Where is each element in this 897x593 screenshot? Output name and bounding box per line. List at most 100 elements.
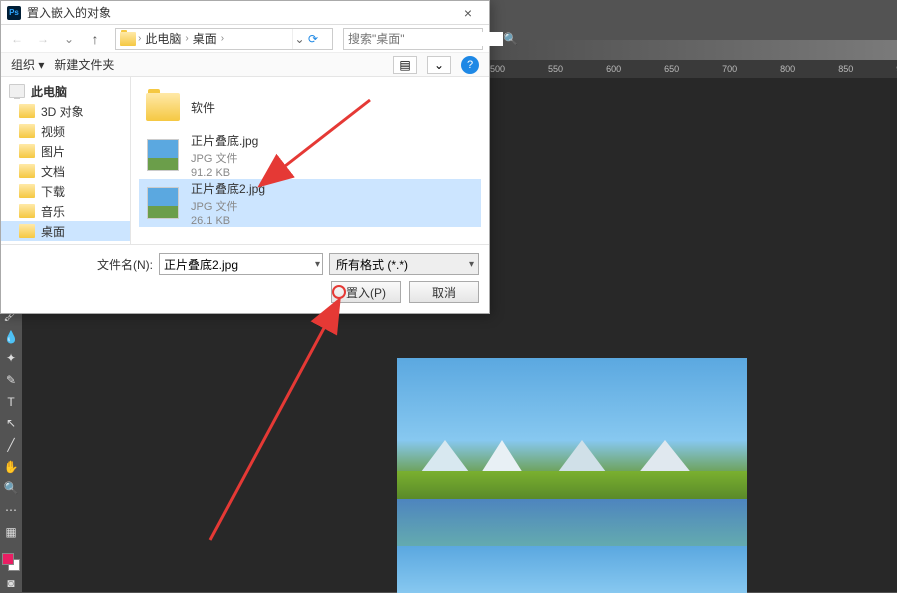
forward-button[interactable]: →	[33, 29, 53, 49]
tree-pictures[interactable]: 图片	[1, 141, 130, 161]
canvas-image[interactable]	[397, 358, 747, 593]
filename-value: 正片叠底2.jpg	[164, 256, 238, 273]
color-swatches[interactable]	[2, 553, 20, 571]
file-list[interactable]: 软件 正片叠底.jpg JPG 文件 91.2 KB 正片叠底2.jpg JPG…	[131, 77, 489, 244]
new-folder-button[interactable]: 新建文件夹	[54, 56, 114, 73]
dialog-title-bar[interactable]: Ps 置入嵌入的对象 ×	[1, 1, 489, 25]
crumb-separator: ›	[138, 33, 141, 44]
tree-videos[interactable]: 视频	[1, 121, 130, 141]
folder-thumbnail-icon	[145, 89, 181, 125]
pen-tool-icon[interactable]: ✎	[2, 371, 20, 389]
filename-combo[interactable]: 正片叠底2.jpg ▾	[159, 253, 323, 275]
tree-desktop[interactable]: 桌面	[1, 221, 130, 241]
quickmask-icon[interactable]: ◙	[2, 574, 20, 592]
organize-button[interactable]: 组织 ▾	[11, 56, 44, 73]
file-size: 91.2 KB	[191, 167, 258, 179]
filetype-value: 所有格式 (*.*)	[336, 256, 408, 273]
tree-label: 下载	[41, 183, 65, 200]
tree-documents[interactable]: 文档	[1, 161, 130, 181]
view-dropdown-icon[interactable]: ⌄	[427, 56, 451, 74]
breadcrumb[interactable]: › 此电脑 › 桌面 › ⌄ ⟳	[115, 28, 333, 50]
crumb-separator: ›	[221, 33, 224, 44]
dialog-title: 置入嵌入的对象	[27, 4, 453, 21]
ruler-mark: 550	[548, 64, 563, 74]
tools-panel: 🖌 💧 ✦ ✎ T ↖ ╱ ✋ 🔍 ⋯ ▦ ◙	[0, 300, 22, 592]
cancel-button-label: 取消	[432, 284, 456, 301]
crumb-desktop[interactable]: 桌面	[191, 30, 219, 47]
file-name: 正片叠底2.jpg	[191, 180, 265, 197]
chevron-down-icon[interactable]: ▾	[315, 259, 320, 270]
folder-icon	[120, 32, 136, 46]
clone-tool-icon[interactable]: ✦	[2, 349, 20, 367]
place-button-label: 置入(P)	[346, 284, 386, 301]
cancel-button[interactable]: 取消	[409, 281, 479, 303]
filename-label: 文件名(N):	[97, 256, 153, 273]
filetype-combo[interactable]: 所有格式 (*.*) ▾	[329, 253, 479, 275]
grid-tool-icon[interactable]: ▦	[2, 523, 20, 541]
file-row-image2[interactable]: 正片叠底2.jpg JPG 文件 26.1 KB	[139, 179, 481, 227]
recent-dropdown-icon[interactable]: ⌄	[59, 29, 79, 49]
folder-icon	[19, 124, 35, 138]
hand-tool-icon[interactable]: ✋	[2, 458, 20, 476]
folder-icon	[19, 164, 35, 178]
file-row-folder[interactable]: 软件	[139, 83, 481, 131]
tree-label: 视频	[41, 123, 65, 140]
breadcrumb-dropdown-icon[interactable]: ⌄	[292, 29, 306, 49]
tree-label: 3D 对象	[41, 103, 84, 120]
refresh-button[interactable]: ⟳	[308, 32, 328, 46]
search-icon[interactable]: 🔍	[503, 32, 518, 46]
file-name: 软件	[191, 99, 215, 116]
navigation-bar: ← → ⌄ ↑ › 此电脑 › 桌面 › ⌄ ⟳ 🔍	[1, 25, 489, 53]
ruler-mark: 500	[490, 64, 505, 74]
foreground-color[interactable]	[2, 553, 14, 565]
close-button[interactable]: ×	[453, 3, 483, 23]
pc-icon	[9, 84, 25, 98]
search-input[interactable]	[348, 32, 503, 46]
place-embedded-dialog: Ps 置入嵌入的对象 × ← → ⌄ ↑ › 此电脑 › 桌面 › ⌄ ⟳ 🔍 …	[0, 0, 490, 314]
file-type: JPG 文件	[191, 150, 258, 166]
file-name: 正片叠底.jpg	[191, 132, 258, 149]
chevron-down-icon[interactable]: ▾	[469, 259, 474, 270]
line-tool-icon[interactable]: ╱	[2, 436, 20, 454]
file-size: 26.1 KB	[191, 215, 265, 227]
crumb-this-pc[interactable]: 此电脑	[143, 30, 183, 47]
tree-music[interactable]: 音乐	[1, 201, 130, 221]
eyedropper-tool-icon[interactable]: 💧	[2, 328, 20, 346]
file-row-image1[interactable]: 正片叠底.jpg JPG 文件 91.2 KB	[139, 131, 481, 179]
help-button[interactable]: ?	[461, 56, 479, 74]
ruler-marks: 500 550 600 650 700 800 850 900 950 1000	[490, 64, 897, 74]
zoom-tool-icon[interactable]: 🔍	[2, 480, 20, 498]
ruler-mark: 800	[780, 64, 795, 74]
search-box[interactable]: 🔍	[343, 28, 483, 50]
folder-icon	[19, 184, 35, 198]
tree-label: 桌面	[41, 223, 65, 240]
tree-3d-objects[interactable]: 3D 对象	[1, 101, 130, 121]
folder-icon	[19, 204, 35, 218]
view-mode-button[interactable]: ▤	[393, 56, 417, 74]
image-thumbnail-icon	[145, 185, 181, 221]
folder-icon	[19, 144, 35, 158]
dialog-toolbar: 组织 ▾ 新建文件夹 ▤ ⌄ ?	[1, 53, 489, 77]
more-tools-icon[interactable]: ⋯	[2, 501, 20, 519]
image-thumbnail-icon	[145, 137, 181, 173]
back-button[interactable]: ←	[7, 29, 27, 49]
tree-downloads[interactable]: 下载	[1, 181, 130, 201]
ruler-mark: 600	[606, 64, 621, 74]
tree-label: 音乐	[41, 203, 65, 220]
tree-label: 图片	[41, 143, 65, 160]
tree-label: 文档	[41, 163, 65, 180]
dialog-footer: 文件名(N): 正片叠底2.jpg ▾ 所有格式 (*.*) ▾ 置入(P) 取…	[1, 244, 489, 313]
ruler-mark: 650	[664, 64, 679, 74]
folder-tree[interactable]: 此电脑 3D 对象 视频 图片 文档 下载 音乐 桌面 Win10 (C:)	[1, 77, 131, 244]
ruler-mark: 850	[838, 64, 853, 74]
tree-this-pc[interactable]: 此电脑	[1, 81, 130, 101]
up-button[interactable]: ↑	[85, 29, 105, 49]
type-tool-icon[interactable]: T	[2, 393, 20, 411]
file-type: JPG 文件	[191, 198, 265, 214]
place-button[interactable]: 置入(P)	[331, 281, 401, 303]
tree-label: 此电脑	[31, 83, 67, 100]
folder-icon	[19, 104, 35, 118]
folder-icon	[19, 224, 35, 238]
path-tool-icon[interactable]: ↖	[2, 414, 20, 432]
crumb-separator: ›	[185, 33, 188, 44]
